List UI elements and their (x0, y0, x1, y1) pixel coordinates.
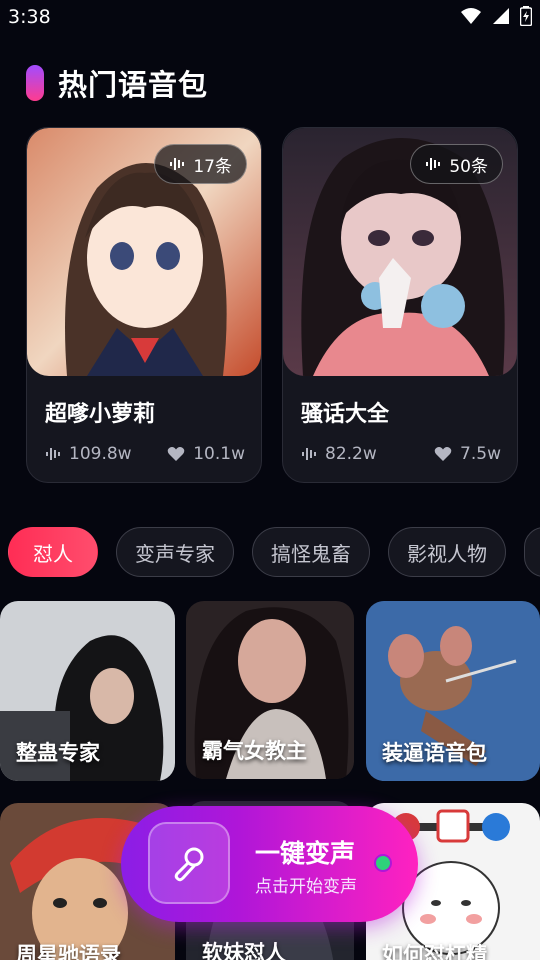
grid-item[interactable]: 霸气女教主 (186, 601, 354, 779)
grid-item[interactable]: 装逼语音包 (366, 601, 540, 781)
voice-pack-cover: 17条 (27, 128, 261, 376)
waveform-icon (426, 158, 441, 170)
tab-voice-changer-expert[interactable]: 变声专家 (116, 527, 234, 577)
heart-icon (434, 447, 452, 461)
hot-voice-pack-list[interactable]: 17条 超嗲小萝莉 109.8w 10.1w 50条 骚话大全 82.2w 7.… (26, 127, 540, 487)
fab-subtitle: 点击开始变声 (255, 877, 357, 897)
tab-funny-remix[interactable]: 搞怪鬼畜 (252, 527, 370, 577)
status-time: 3:38 (8, 6, 51, 28)
play-count: 82.2w (325, 444, 377, 464)
microphone-icon (174, 847, 204, 882)
status-dot (374, 854, 392, 872)
like-count-stat: 10.1w (167, 444, 245, 464)
grid-item-label: 整蛊专家 (16, 741, 100, 765)
like-count: 7.5w (460, 444, 501, 464)
clip-count: 17条 (193, 156, 232, 177)
status-bar: 3:38 (0, 0, 540, 36)
voice-pack-card[interactable]: 50条 骚话大全 82.2w 7.5w (282, 127, 518, 483)
grid-item-label: 霸气女教主 (202, 739, 307, 763)
tab-film-characters[interactable]: 影视人物 (388, 527, 506, 577)
waveform-icon (302, 448, 316, 460)
category-tabs[interactable]: 怼人 变声专家 搞怪鬼畜 影视人物 (8, 527, 540, 579)
title-accent-bar (26, 65, 44, 101)
signal-icon (493, 8, 509, 24)
grid-item[interactable]: 整蛊专家 (0, 601, 175, 781)
voice-pack-card[interactable]: 17条 超嗲小萝莉 109.8w 10.1w (26, 127, 262, 483)
page-title: 热门语音包 (58, 68, 209, 102)
voice-pack-title: 骚话大全 (301, 402, 390, 427)
tab-more[interactable] (524, 527, 540, 577)
fab-title: 一键变声 (255, 839, 356, 868)
battery-icon (520, 6, 532, 26)
voice-pack-title: 超嗲小萝莉 (45, 402, 156, 427)
waveform-icon (170, 158, 185, 170)
play-count: 109.8w (69, 444, 132, 464)
voice-pack-cover: 50条 (283, 128, 517, 376)
wifi-icon (461, 8, 481, 24)
voice-pack-stats: 109.8w 10.1w (45, 444, 245, 464)
heart-icon (167, 447, 185, 461)
status-icons (460, 6, 532, 26)
clip-count-badge: 50条 (410, 144, 503, 184)
play-count-stat: 109.8w (45, 444, 132, 464)
grid-item-label: 装逼语音包 (382, 741, 487, 765)
clip-count: 50条 (449, 156, 488, 177)
play-count-stat: 82.2w (301, 444, 377, 464)
tab-diss[interactable]: 怼人 (8, 527, 98, 577)
grid-item-label: 软妹怼人 (202, 941, 286, 960)
like-count-stat: 7.5w (434, 444, 501, 464)
section-header: 热门语音包 (26, 62, 208, 104)
one-click-voice-change-button[interactable]: 一键变声 点击开始变声 (121, 806, 418, 922)
grid-item-label: 如何怼杠精 (382, 943, 487, 960)
waveform-icon (46, 448, 60, 460)
mic-icon-box (148, 822, 230, 904)
clip-count-badge: 17条 (154, 144, 247, 184)
like-count: 10.1w (193, 444, 245, 464)
voice-pack-stats: 82.2w 7.5w (301, 444, 501, 464)
grid-item-label: 周星驰语录 (16, 943, 121, 960)
